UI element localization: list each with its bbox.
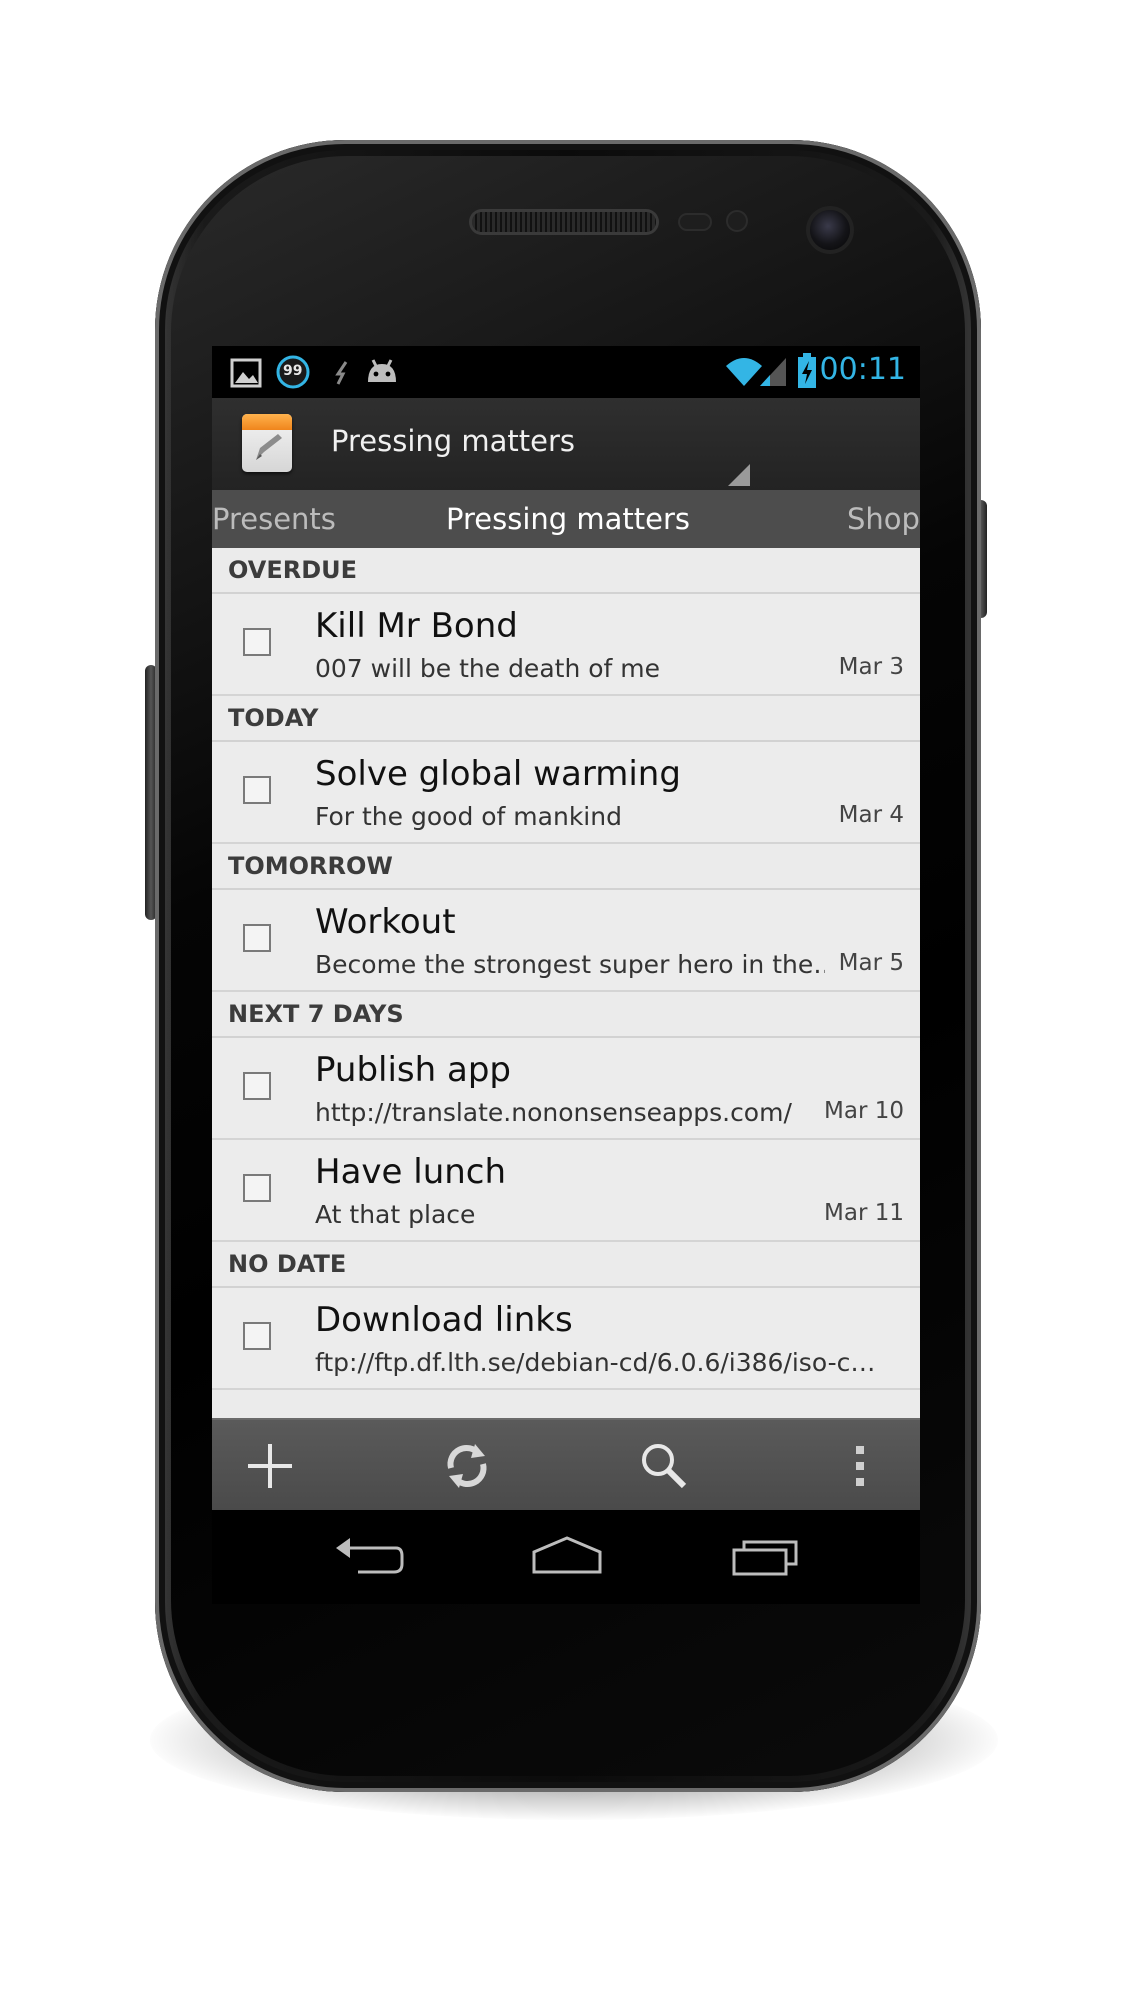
status-bar: 99 00:11 xyxy=(212,346,920,398)
task-title: Solve global warming xyxy=(315,754,681,794)
task-note: http://translate.nononsenseapps.com/ xyxy=(315,1098,792,1127)
section-header-today: TODAY xyxy=(212,696,920,742)
dropdown-triangle-icon[interactable] xyxy=(728,464,750,490)
task-list[interactable]: OVERDUE Kill Mr Bond 007 will be the dea… xyxy=(212,548,920,1418)
gallery-icon xyxy=(230,358,262,392)
back-icon[interactable] xyxy=(334,1534,404,1582)
front-camera xyxy=(810,210,850,250)
add-icon[interactable] xyxy=(242,1438,298,1494)
task-due-date: Mar 11 xyxy=(824,1200,904,1226)
task-note: ftp://ftp.df.lth.se/debian-cd/6.0.6/i386… xyxy=(315,1348,876,1377)
list-item[interactable]: Publish app http://translate.nononsensea… xyxy=(212,1038,920,1140)
task-due-date: Mar 10 xyxy=(824,1098,904,1124)
tab-strip: Presents Pressing matters Shop xyxy=(212,490,920,548)
list-item[interactable]: Kill Mr Bond 007 will be the death of me… xyxy=(212,594,920,696)
notification-badge: 99 xyxy=(283,363,303,379)
overflow-menu-icon[interactable] xyxy=(832,1438,888,1494)
section-header-label: OVERDUE xyxy=(228,556,358,584)
recent-apps-icon[interactable] xyxy=(730,1534,802,1582)
section-header-label: NO DATE xyxy=(228,1250,347,1278)
task-title: Kill Mr Bond xyxy=(315,606,518,646)
search-icon[interactable] xyxy=(636,1438,692,1494)
proximity-sensor xyxy=(680,215,710,229)
list-item[interactable]: Download links ftp://ftp.df.lth.se/debia… xyxy=(212,1288,920,1390)
task-checkbox[interactable] xyxy=(243,628,271,656)
task-checkbox[interactable] xyxy=(243,1322,271,1350)
sync-icon[interactable] xyxy=(439,1438,495,1494)
task-checkbox[interactable] xyxy=(243,1174,271,1202)
android-debug-icon xyxy=(364,358,400,390)
screen: 99 00:11 Pressing matters Presents Press… xyxy=(212,346,920,1604)
list-item[interactable]: Workout Become the strongest super hero … xyxy=(212,890,920,992)
navigation-bar xyxy=(212,1510,920,1604)
list-item[interactable]: Solve global warming For the good of man… xyxy=(212,742,920,844)
task-due-date: Mar 4 xyxy=(838,802,904,828)
task-checkbox[interactable] xyxy=(243,1072,271,1100)
light-sensor xyxy=(728,212,746,230)
usb-icon xyxy=(332,360,352,390)
section-header-tomorrow: TOMORROW xyxy=(212,844,920,890)
list-item[interactable]: Have lunch At that place Mar 11 xyxy=(212,1140,920,1242)
earpiece-speaker xyxy=(472,212,656,232)
task-checkbox[interactable] xyxy=(243,776,271,804)
home-icon[interactable] xyxy=(530,1534,604,1582)
task-checkbox[interactable] xyxy=(243,924,271,952)
task-title: Publish app xyxy=(315,1050,511,1090)
task-title: Workout xyxy=(315,902,456,942)
signal-icon xyxy=(758,354,788,392)
tab-pressing-matters[interactable]: Pressing matters xyxy=(446,502,690,536)
status-clock: 00:11 xyxy=(819,352,906,387)
section-header-label: NEXT 7 DAYS xyxy=(228,1000,404,1028)
task-note: At that place xyxy=(315,1200,476,1229)
section-header-no-date: NO DATE xyxy=(212,1242,920,1288)
task-due-date: Mar 3 xyxy=(838,654,904,680)
battery-charging-icon xyxy=(796,352,818,394)
notepad-icon[interactable] xyxy=(242,414,292,472)
section-header-next-7-days: NEXT 7 DAYS xyxy=(212,992,920,1038)
section-header-label: TOMORROW xyxy=(228,852,393,880)
task-due-date: Mar 5 xyxy=(838,950,904,976)
bottom-action-bar xyxy=(212,1418,920,1512)
section-header-overdue: OVERDUE xyxy=(212,548,920,594)
section-header-label: TODAY xyxy=(228,704,319,732)
tab-shop[interactable]: Shop xyxy=(847,502,920,536)
tab-presents[interactable]: Presents xyxy=(212,502,336,536)
list-selector-title[interactable]: Pressing matters xyxy=(331,424,575,458)
task-title: Download links xyxy=(315,1300,573,1340)
action-bar[interactable]: Pressing matters xyxy=(212,398,920,492)
task-note: 007 will be the death of me xyxy=(315,654,661,683)
task-title: Have lunch xyxy=(315,1152,507,1192)
task-note: Become the strongest super hero in the… xyxy=(315,950,825,979)
task-note: For the good of mankind xyxy=(315,802,622,831)
